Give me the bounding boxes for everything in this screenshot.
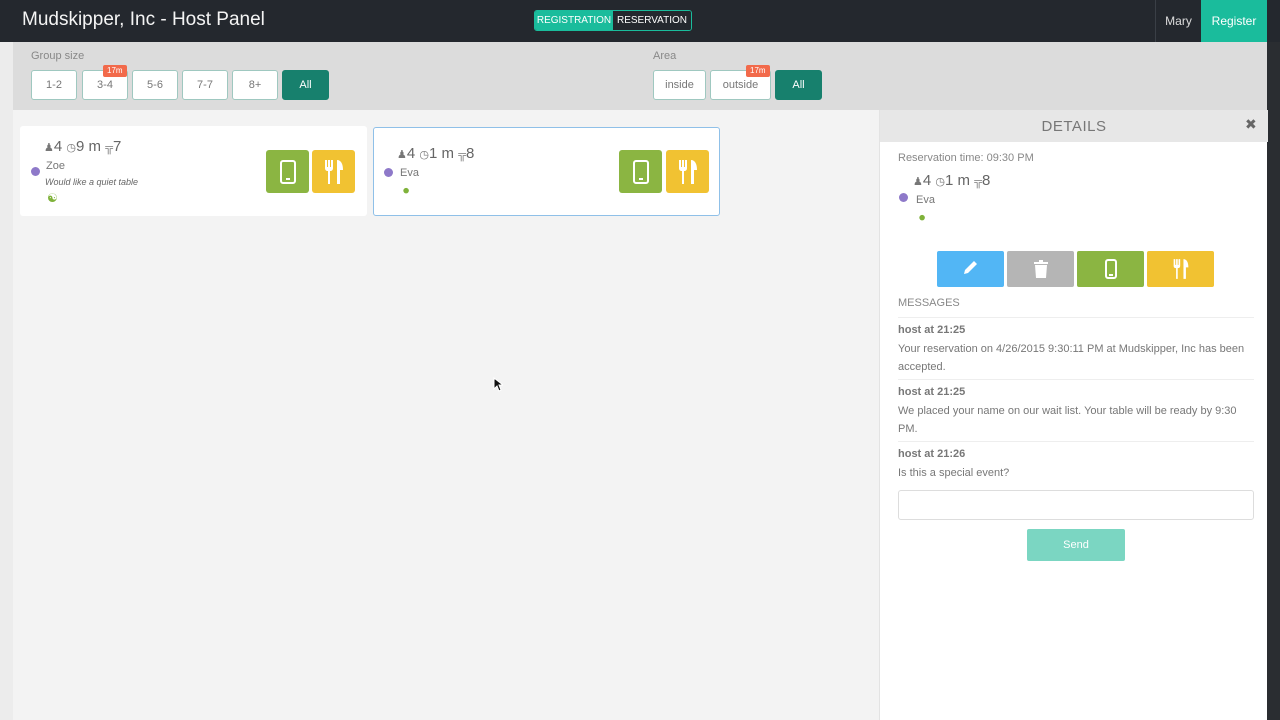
wait-time: 9 m — [76, 138, 102, 155]
phone-button[interactable] — [266, 150, 309, 193]
card-summary: ♟4 ◷1 m ╦8 — [397, 145, 474, 162]
close-icon[interactable]: ✖ — [1245, 116, 1257, 133]
party-size: 4 — [406, 145, 416, 162]
clock-icon: ◷ — [935, 176, 945, 188]
seat-button[interactable] — [1147, 251, 1214, 287]
phone-button[interactable] — [1077, 251, 1144, 287]
reservation-mode-button[interactable]: RESERVATION — [613, 11, 691, 30]
details-title: DETAILS — [1041, 118, 1107, 135]
divider — [898, 317, 1254, 318]
wait-time-badge: 17m — [103, 65, 127, 77]
person-icon: ♟ — [913, 176, 923, 188]
reservation-time: Reservation time: 09:30 PM — [898, 152, 1034, 164]
group-size-8-plus-button[interactable]: 8+ — [232, 70, 278, 100]
message-author: host at 21:26 — [898, 448, 966, 460]
child-icon: ☯ — [47, 191, 58, 205]
fork-knife-icon — [1173, 259, 1188, 279]
party-size: 4 — [922, 172, 932, 189]
wait-time-badge: 17m — [746, 65, 770, 77]
guest-name: Eva — [400, 167, 419, 179]
group-size-label: Group size — [31, 50, 85, 62]
area-inside-button[interactable]: inside — [653, 70, 706, 100]
delete-button[interactable] — [1007, 251, 1074, 287]
fork-knife-icon — [678, 159, 697, 184]
group-size-1-2-button[interactable]: 1-2 — [31, 70, 77, 100]
window-margin — [0, 42, 13, 720]
table-number: 7 — [112, 138, 122, 155]
area-all-button[interactable]: All — [775, 70, 822, 100]
app-title: Mudskipper, Inc - Host Panel — [22, 9, 265, 30]
wait-time: 1 m — [429, 145, 455, 162]
user-menu[interactable]: Mary — [1155, 0, 1201, 42]
details-panel: DETAILS ✖ Reservation time: 09:30 PM ♟4 … — [879, 110, 1268, 720]
registration-mode-button[interactable]: REGISTRATION — [535, 11, 613, 30]
phone-icon — [1104, 259, 1117, 279]
message-text: We placed your name on our wait list. Yo… — [898, 405, 1237, 435]
group-size-all-button[interactable]: All — [282, 70, 329, 100]
stroller-icon: ⚫ — [401, 184, 412, 198]
message-text: Is this a special event? — [898, 467, 1010, 479]
guest-note: Would like a quiet table — [45, 177, 139, 187]
top-navbar: Mudskipper, Inc - Host Panel REGISTRATIO… — [0, 0, 1280, 42]
table-icon: ╦ — [105, 142, 113, 154]
divider — [898, 441, 1254, 442]
group-size-5-6-button[interactable]: 5-6 — [132, 70, 178, 100]
fork-knife-icon — [324, 159, 343, 184]
table-icon: ╦ — [974, 176, 982, 188]
table-number: 8 — [981, 172, 991, 189]
guest-card-zoe[interactable]: ♟4 ◷9 m ╦7 Zoe Would like a quiet table … — [20, 126, 367, 216]
card-summary: ♟4 ◷9 m ╦7 — [44, 138, 121, 155]
edit-button[interactable] — [937, 251, 1004, 287]
send-button[interactable]: Send — [1027, 529, 1125, 561]
status-dot — [384, 168, 393, 177]
party-size: 4 — [53, 138, 63, 155]
divider — [898, 379, 1254, 380]
mode-toggle: REGISTRATION RESERVATION — [534, 10, 692, 31]
table-number: 8 — [465, 145, 475, 162]
group-size-7-7-button[interactable]: 7-7 — [182, 70, 228, 100]
seat-button[interactable] — [312, 150, 355, 193]
stroller-icon: ⚫ — [917, 211, 928, 225]
status-dot — [31, 167, 40, 176]
clock-icon: ◷ — [66, 142, 76, 154]
mouse-cursor-icon — [493, 377, 503, 392]
area-label: Area — [653, 50, 677, 62]
details-summary: ♟4 ◷1 m ╦8 — [913, 172, 990, 189]
phone-icon — [279, 159, 296, 184]
guest-name: Eva — [916, 194, 935, 206]
window-edge — [1267, 42, 1280, 720]
message-input[interactable] — [898, 490, 1254, 520]
table-icon: ╦ — [458, 149, 466, 161]
details-header: DETAILS ✖ — [880, 110, 1268, 142]
trash-icon — [1033, 260, 1048, 278]
person-icon: ♟ — [44, 142, 54, 154]
register-button[interactable]: Register — [1201, 0, 1267, 42]
wait-time: 1 m — [945, 172, 971, 189]
status-dot — [899, 193, 908, 202]
phone-icon — [632, 159, 649, 184]
phone-button[interactable] — [619, 150, 662, 193]
message-text: Your reservation on 4/26/2015 9:30:11 PM… — [898, 343, 1245, 373]
pencil-icon — [963, 261, 977, 276]
guest-card-eva[interactable]: ♟4 ◷1 m ╦8 Eva ⚫ — [373, 127, 720, 216]
clock-icon: ◷ — [419, 149, 429, 161]
message-author: host at 21:25 — [898, 386, 966, 398]
seat-button[interactable] — [666, 150, 709, 193]
messages-heading: MESSAGES — [898, 297, 960, 309]
guest-name: Zoe — [46, 160, 65, 172]
message-author: host at 21:25 — [898, 324, 966, 336]
person-icon: ♟ — [397, 149, 407, 161]
